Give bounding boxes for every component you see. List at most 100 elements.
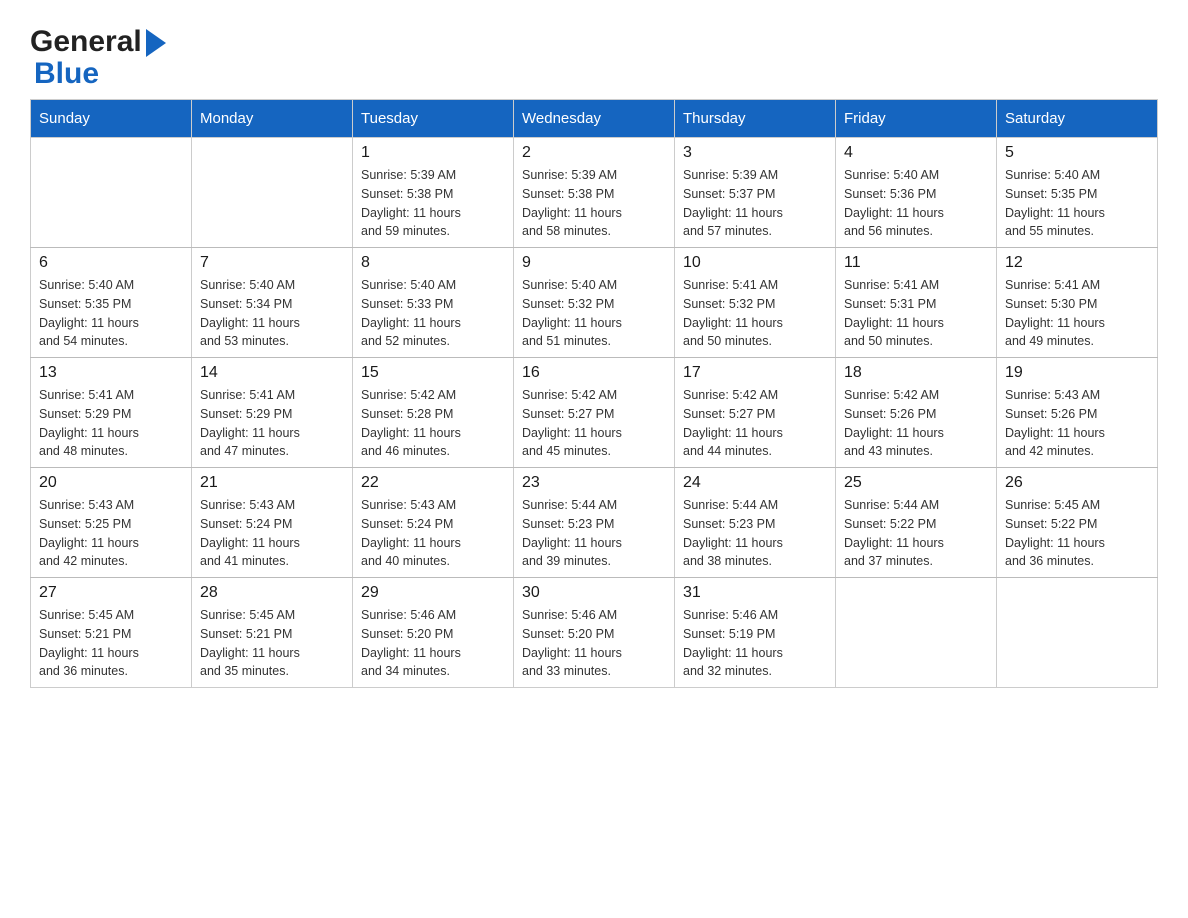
day-info: Sunrise: 5:46 AMSunset: 5:19 PMDaylight:… <box>683 606 827 681</box>
day-number: 12 <box>1005 254 1149 272</box>
day-info: Sunrise: 5:44 AMSunset: 5:22 PMDaylight:… <box>844 496 988 571</box>
calendar-week-3: 13 Sunrise: 5:41 AMSunset: 5:29 PMDayligh… <box>31 358 1158 468</box>
day-info: Sunrise: 5:46 AMSunset: 5:20 PMDaylight:… <box>361 606 505 681</box>
calendar-cell: 14 Sunrise: 5:41 AMSunset: 5:29 PMDayligh… <box>192 358 353 468</box>
calendar-cell <box>997 578 1158 688</box>
day-info: Sunrise: 5:40 AMSunset: 5:36 PMDaylight:… <box>844 166 988 241</box>
calendar-cell: 3 Sunrise: 5:39 AMSunset: 5:37 PMDaylight… <box>675 138 836 248</box>
calendar-cell: 28Sunrise: 5:45 AMSunset: 5:21 PMDayligh… <box>192 578 353 688</box>
day-info: Sunrise: 5:45 AMSunset: 5:22 PMDaylight:… <box>1005 496 1149 571</box>
calendar-cell: 21 Sunrise: 5:43 AMSunset: 5:24 PMDayligh… <box>192 468 353 578</box>
calendar-cell: 1 Sunrise: 5:39 AMSunset: 5:38 PMDaylight… <box>353 138 514 248</box>
day-number: 30 <box>522 584 666 602</box>
calendar-cell: 22Sunrise: 5:43 AMSunset: 5:24 PMDayligh… <box>353 468 514 578</box>
day-info: Sunrise: 5:42 AMSunset: 5:27 PMDaylight:… <box>522 386 666 461</box>
day-number: 1 <box>361 144 505 162</box>
day-info: Sunrise: 5:42 AMSunset: 5:28 PMDaylight:… <box>361 386 505 461</box>
day-number: 13 <box>39 364 183 382</box>
day-info: Sunrise: 5:43 AMSunset: 5:24 PMDaylight:… <box>361 496 505 571</box>
day-info: Sunrise: 5:40 AMSunset: 5:34 PMDaylight:… <box>200 276 344 351</box>
calendar-cell: 6 Sunrise: 5:40 AMSunset: 5:35 PMDaylight… <box>31 248 192 358</box>
day-info: Sunrise: 5:39 AMSunset: 5:38 PMDaylight:… <box>361 166 505 241</box>
logo-blue-text: Blue <box>34 57 99 90</box>
day-number: 24 <box>683 474 827 492</box>
calendar-cell: 4 Sunrise: 5:40 AMSunset: 5:36 PMDaylight… <box>836 138 997 248</box>
weekday-header-wednesday: Wednesday <box>514 100 675 138</box>
calendar-week-5: 27 Sunrise: 5:45 AMSunset: 5:21 PMDayligh… <box>31 578 1158 688</box>
calendar-cell: 23Sunrise: 5:44 AMSunset: 5:23 PMDayligh… <box>514 468 675 578</box>
weekday-header-thursday: Thursday <box>675 100 836 138</box>
calendar-cell: 19 Sunrise: 5:43 AMSunset: 5:26 PMDayligh… <box>997 358 1158 468</box>
day-number: 21 <box>200 474 344 492</box>
day-info: Sunrise: 5:40 AMSunset: 5:35 PMDaylight:… <box>1005 166 1149 241</box>
calendar-cell: 17Sunrise: 5:42 AMSunset: 5:27 PMDayligh… <box>675 358 836 468</box>
day-info: Sunrise: 5:39 AMSunset: 5:37 PMDaylight:… <box>683 166 827 241</box>
day-number: 6 <box>39 254 183 272</box>
calendar-cell: 20 Sunrise: 5:43 AMSunset: 5:25 PMDayligh… <box>31 468 192 578</box>
weekday-header-monday: Monday <box>192 100 353 138</box>
day-number: 8 <box>361 254 505 272</box>
header-row: SundayMondayTuesdayWednesdayThursdayFrid… <box>31 100 1158 138</box>
logo-row: General <box>30 25 166 59</box>
day-number: 5 <box>1005 144 1149 162</box>
calendar-cell: 9 Sunrise: 5:40 AMSunset: 5:32 PMDaylight… <box>514 248 675 358</box>
calendar-cell: 15 Sunrise: 5:42 AMSunset: 5:28 PMDayligh… <box>353 358 514 468</box>
header: General Blue <box>30 20 1158 91</box>
calendar-cell: 26Sunrise: 5:45 AMSunset: 5:22 PMDayligh… <box>997 468 1158 578</box>
day-number: 14 <box>200 364 344 382</box>
logo-general-text: General <box>30 25 142 59</box>
day-number: 7 <box>200 254 344 272</box>
day-number: 19 <box>1005 364 1149 382</box>
day-info: Sunrise: 5:46 AMSunset: 5:20 PMDaylight:… <box>522 606 666 681</box>
day-number: 15 <box>361 364 505 382</box>
weekday-header-friday: Friday <box>836 100 997 138</box>
day-info: Sunrise: 5:40 AMSunset: 5:32 PMDaylight:… <box>522 276 666 351</box>
calendar-cell: 29Sunrise: 5:46 AMSunset: 5:20 PMDayligh… <box>353 578 514 688</box>
day-info: Sunrise: 5:41 AMSunset: 5:32 PMDaylight:… <box>683 276 827 351</box>
day-info: Sunrise: 5:42 AMSunset: 5:27 PMDaylight:… <box>683 386 827 461</box>
calendar-cell: 16 Sunrise: 5:42 AMSunset: 5:27 PMDayligh… <box>514 358 675 468</box>
weekday-header-saturday: Saturday <box>997 100 1158 138</box>
calendar-header: SundayMondayTuesdayWednesdayThursdayFrid… <box>31 100 1158 138</box>
day-number: 2 <box>522 144 666 162</box>
day-number: 10 <box>683 254 827 272</box>
day-info: Sunrise: 5:43 AMSunset: 5:24 PMDaylight:… <box>200 496 344 571</box>
calendar-week-2: 6 Sunrise: 5:40 AMSunset: 5:35 PMDaylight… <box>31 248 1158 358</box>
calendar-week-1: 1 Sunrise: 5:39 AMSunset: 5:38 PMDaylight… <box>31 138 1158 248</box>
day-info: Sunrise: 5:41 AMSunset: 5:29 PMDaylight:… <box>39 386 183 461</box>
day-info: Sunrise: 5:45 AMSunset: 5:21 PMDaylight:… <box>200 606 344 681</box>
calendar-cell: 31Sunrise: 5:46 AMSunset: 5:19 PMDayligh… <box>675 578 836 688</box>
calendar-cell: 10 Sunrise: 5:41 AMSunset: 5:32 PMDayligh… <box>675 248 836 358</box>
day-info: Sunrise: 5:45 AMSunset: 5:21 PMDaylight:… <box>39 606 183 681</box>
weekday-header-sunday: Sunday <box>31 100 192 138</box>
day-info: Sunrise: 5:40 AMSunset: 5:35 PMDaylight:… <box>39 276 183 351</box>
day-number: 27 <box>39 584 183 602</box>
day-info: Sunrise: 5:44 AMSunset: 5:23 PMDaylight:… <box>683 496 827 571</box>
calendar-week-4: 20 Sunrise: 5:43 AMSunset: 5:25 PMDayligh… <box>31 468 1158 578</box>
day-number: 4 <box>844 144 988 162</box>
day-info: Sunrise: 5:43 AMSunset: 5:26 PMDaylight:… <box>1005 386 1149 461</box>
day-number: 25 <box>844 474 988 492</box>
calendar-cell: 24 Sunrise: 5:44 AMSunset: 5:23 PMDayligh… <box>675 468 836 578</box>
calendar-table: SundayMondayTuesdayWednesdayThursdayFrid… <box>30 99 1158 688</box>
calendar-cell: 7 Sunrise: 5:40 AMSunset: 5:34 PMDaylight… <box>192 248 353 358</box>
calendar-cell <box>31 138 192 248</box>
day-info: Sunrise: 5:43 AMSunset: 5:25 PMDaylight:… <box>39 496 183 571</box>
weekday-header-tuesday: Tuesday <box>353 100 514 138</box>
day-number: 9 <box>522 254 666 272</box>
calendar-cell: 25 Sunrise: 5:44 AMSunset: 5:22 PMDayligh… <box>836 468 997 578</box>
day-number: 18 <box>844 364 988 382</box>
calendar-cell: 18 Sunrise: 5:42 AMSunset: 5:26 PMDayligh… <box>836 358 997 468</box>
day-info: Sunrise: 5:44 AMSunset: 5:23 PMDaylight:… <box>522 496 666 571</box>
calendar-cell: 11Sunrise: 5:41 AMSunset: 5:31 PMDayligh… <box>836 248 997 358</box>
calendar-cell: 27 Sunrise: 5:45 AMSunset: 5:21 PMDayligh… <box>31 578 192 688</box>
day-info: Sunrise: 5:41 AMSunset: 5:29 PMDaylight:… <box>200 386 344 461</box>
day-info: Sunrise: 5:42 AMSunset: 5:26 PMDaylight:… <box>844 386 988 461</box>
calendar-cell <box>192 138 353 248</box>
day-number: 3 <box>683 144 827 162</box>
day-number: 16 <box>522 364 666 382</box>
calendar-cell: 13 Sunrise: 5:41 AMSunset: 5:29 PMDayligh… <box>31 358 192 468</box>
calendar-cell: 12Sunrise: 5:41 AMSunset: 5:30 PMDayligh… <box>997 248 1158 358</box>
day-number: 20 <box>39 474 183 492</box>
logo: General Blue <box>30 25 166 91</box>
